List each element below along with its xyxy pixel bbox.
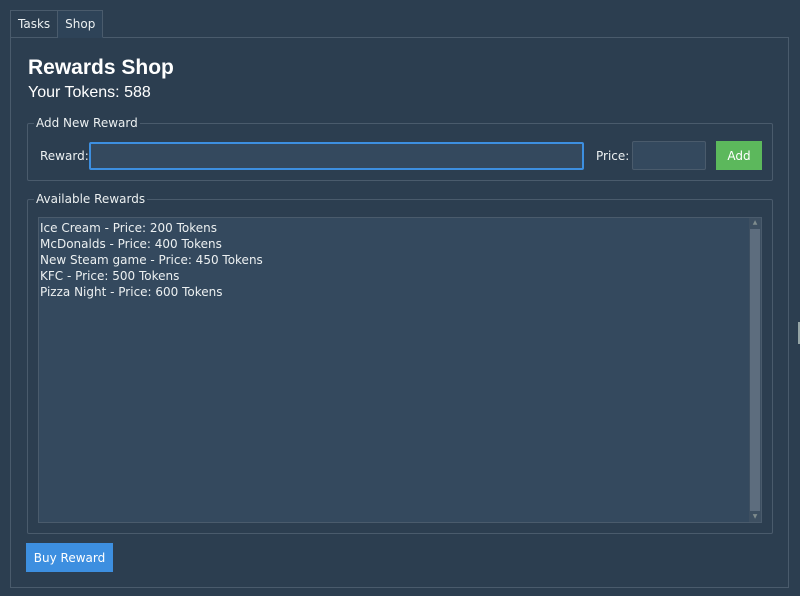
token-balance: Your Tokens: 588	[28, 84, 151, 101]
list-item[interactable]: McDonalds - Price: 400 Tokens	[39, 236, 263, 252]
list-item[interactable]: New Steam game - Price: 450 Tokens	[39, 252, 263, 268]
scroll-up-icon[interactable]: ▲	[749, 218, 761, 228]
rewards-list[interactable]: Ice Cream - Price: 200 Tokens McDonalds -…	[38, 217, 762, 523]
rewards-list-items: Ice Cream - Price: 200 Tokens McDonalds -…	[39, 220, 263, 300]
tab-bar: Tasks Shop	[10, 10, 104, 38]
tab-tasks[interactable]: Tasks	[10, 10, 59, 38]
list-item[interactable]: Ice Cream - Price: 200 Tokens	[39, 220, 263, 236]
list-item[interactable]: Pizza Night - Price: 600 Tokens	[39, 284, 263, 300]
list-item[interactable]: KFC - Price: 500 Tokens	[39, 268, 263, 284]
buy-reward-button[interactable]: Buy Reward	[26, 543, 113, 572]
price-input[interactable]	[632, 141, 706, 170]
reward-input[interactable]	[89, 142, 584, 170]
reward-label: Reward:	[40, 149, 89, 163]
price-label: Price:	[596, 149, 630, 163]
add-reward-group: Add New Reward Reward: Price: Add	[27, 116, 773, 181]
tab-shop[interactable]: Shop	[58, 10, 104, 38]
shop-panel: Rewards Shop Your Tokens: 588 Add New Re…	[10, 37, 789, 588]
available-rewards-group-title: Available Rewards	[34, 192, 148, 206]
scroll-thumb[interactable]	[750, 229, 760, 511]
rewards-list-scrollbar[interactable]: ▲ ▼	[749, 218, 761, 522]
add-reward-group-title: Add New Reward	[34, 116, 140, 130]
page-title: Rewards Shop	[28, 56, 174, 79]
available-rewards-group: Available Rewards Ice Cream - Price: 200…	[27, 192, 773, 534]
add-reward-button[interactable]: Add	[716, 141, 762, 170]
scroll-down-icon[interactable]: ▼	[749, 512, 761, 522]
